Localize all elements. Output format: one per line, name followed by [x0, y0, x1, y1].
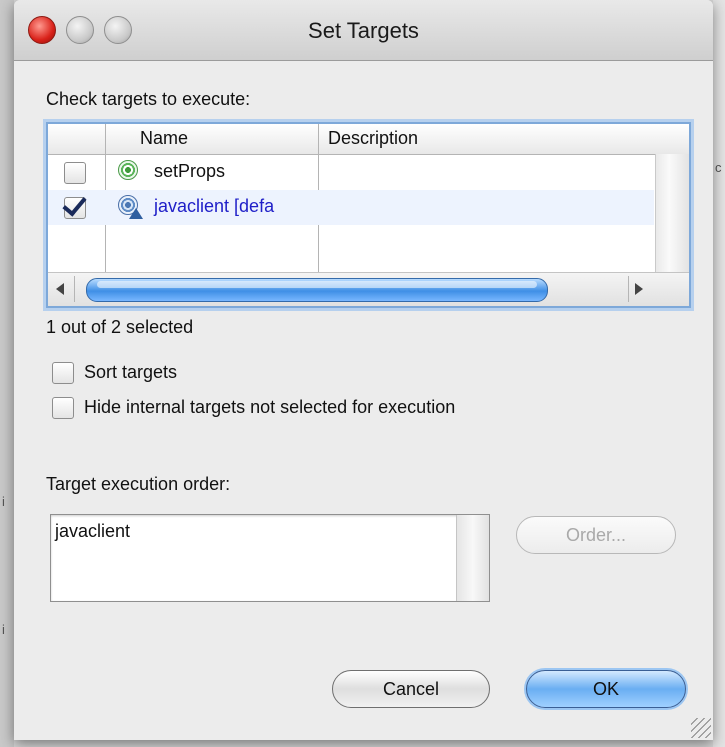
window-title: Set Targets — [308, 18, 419, 43]
background-text: i — [2, 622, 5, 637]
order-button[interactable]: Order... — [516, 516, 676, 554]
target-name: setProps — [154, 161, 226, 181]
default-target-icon — [118, 195, 143, 219]
execution-order-label: Target execution order: — [46, 474, 231, 494]
table-row[interactable]: setProps — [48, 155, 654, 190]
column-header-description[interactable]: Description — [328, 128, 418, 149]
set-targets-dialog: Set Targets Check targets to execute: Na… — [14, 0, 713, 740]
horizontal-scrollbar[interactable] — [48, 272, 689, 306]
check-targets-label: Check targets to execute: — [46, 89, 251, 109]
background-window-left: i i — [0, 0, 14, 747]
resize-grip-icon[interactable] — [691, 718, 711, 738]
ok-button[interactable]: OK — [526, 670, 686, 708]
scroll-right-arrow-icon[interactable] — [635, 283, 643, 295]
cancel-button[interactable]: Cancel — [332, 670, 490, 708]
execution-order-list[interactable]: javaclient — [50, 514, 490, 602]
list-item[interactable]: javaclient — [55, 521, 130, 542]
selection-status: 1 out of 2 selected — [46, 317, 194, 337]
scrollbar-divider — [74, 276, 75, 302]
hide-internal-targets-checkbox[interactable] — [52, 397, 74, 419]
scrollbar-divider — [628, 276, 629, 302]
sort-targets-label[interactable]: Sort targets — [84, 362, 177, 383]
hide-internal-targets-label[interactable]: Hide internal targets not selected for e… — [84, 397, 455, 418]
sort-targets-checkbox[interactable] — [52, 362, 74, 384]
vertical-scrollbar[interactable] — [655, 154, 689, 273]
targets-table[interactable]: Name Description setProps javaclient [de… — [46, 122, 691, 308]
column-header-name[interactable]: Name — [140, 128, 188, 149]
table-header: Name Description — [48, 124, 689, 155]
table-row[interactable]: javaclient [defa — [48, 190, 654, 225]
title-bar[interactable]: Set Targets — [14, 0, 713, 61]
scroll-left-arrow-icon[interactable] — [56, 283, 64, 295]
target-checkbox-setprops[interactable] — [64, 162, 86, 184]
background-text: i — [2, 494, 5, 509]
target-checkbox-javaclient[interactable] — [64, 197, 86, 219]
background-text: c — [715, 160, 722, 175]
background-window-right: c — [713, 0, 725, 747]
target-icon — [118, 160, 138, 180]
horizontal-scroll-thumb[interactable] — [86, 278, 548, 302]
target-name: javaclient [defa — [154, 196, 275, 216]
order-list-scrollbar[interactable] — [456, 515, 489, 601]
